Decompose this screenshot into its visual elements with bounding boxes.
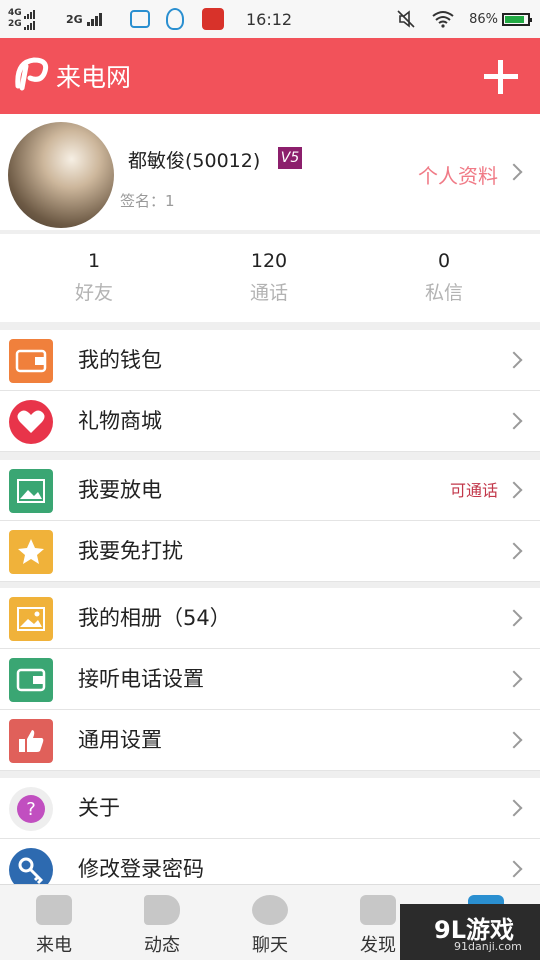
chevron-right-icon: [505, 799, 523, 817]
signal-bars-icon: [23, 8, 36, 19]
chevron-right-icon: [505, 670, 523, 688]
megaphone-icon: [144, 895, 180, 925]
menu-item-label: 我要免打扰: [78, 539, 183, 563]
vip-badge-icon: V5: [278, 147, 302, 169]
menu-item-call-settings[interactable]: 接听电话设置: [0, 649, 540, 710]
menu-item-about[interactable]: ? 关于: [0, 778, 540, 839]
chevron-right-icon: [505, 163, 523, 181]
battery-indicator: 86%: [469, 0, 532, 38]
menu-item-wallet[interactable]: 我的钱包: [0, 330, 540, 391]
watermark-url: 91danji.com: [454, 940, 522, 953]
stat-messages[interactable]: 0 私信: [354, 250, 534, 305]
mute-icon: [396, 0, 416, 38]
app-header: 来电网: [0, 38, 540, 114]
stat-label: 好友: [74, 282, 113, 304]
question-icon: ?: [9, 787, 53, 831]
avatar[interactable]: [8, 122, 114, 228]
stat-label: 私信: [424, 282, 463, 304]
svg-text:?: ?: [26, 799, 36, 820]
app-notification-icon: [202, 0, 224, 38]
heart-icon: [9, 400, 53, 444]
battery-icon: [502, 12, 532, 26]
star-icon: [9, 530, 53, 574]
tab-label: 动态: [144, 935, 180, 956]
stat-friends[interactable]: 1 好友: [4, 250, 184, 305]
signal-bars-icon: [86, 12, 103, 26]
tab-label: 来电: [36, 935, 72, 956]
stat-value: 1: [87, 250, 101, 272]
menu-item-label: 接听电话设置: [78, 667, 204, 691]
app-title: 来电网: [56, 63, 132, 92]
chevron-right-icon: [505, 481, 523, 499]
menu-item-label: 关于: [78, 796, 120, 820]
discover-icon: [360, 895, 396, 925]
phone-settings-icon: [9, 658, 53, 702]
chevron-right-icon: [505, 731, 523, 749]
menu-item-label: 通用设置: [78, 728, 162, 752]
clock: 16:12: [246, 9, 293, 29]
profile-name: 都敏俊(50012): [128, 150, 261, 172]
profile-signature: 签名：1: [120, 192, 175, 210]
tab-feed[interactable]: 动态: [108, 885, 216, 960]
network-label-2: 2G: [8, 19, 22, 29]
stats-bar: 1 好友 120 通话 0 私信: [0, 234, 540, 322]
gallery-notification-icon: [130, 0, 150, 38]
plus-icon[interactable]: [484, 60, 518, 94]
qq-notification-icon: [166, 0, 184, 38]
menu-item-do-not-disturb[interactable]: 我要免打扰: [0, 521, 540, 582]
album-icon: [9, 597, 53, 641]
stat-value: 0: [437, 250, 451, 272]
thumbs-up-icon: [9, 719, 53, 763]
chevron-right-icon: [505, 351, 523, 369]
chevron-right-icon: [505, 609, 523, 627]
network-label-3: 2G: [66, 12, 83, 26]
chevron-right-icon: [505, 412, 523, 430]
profile-card[interactable]: 都敏俊(50012) V5 签名：1 个人资料: [0, 114, 540, 230]
menu-item-label: 礼物商城: [78, 409, 162, 433]
signal-stack: 4G 2G: [8, 0, 36, 38]
chat-bubble-icon: [36, 895, 72, 925]
wifi-icon: [432, 0, 454, 38]
battery-percent: 86%: [469, 11, 498, 27]
menu-item-label: 我的钱包: [78, 348, 162, 372]
stat-value: 120: [250, 250, 288, 272]
wallet-icon: [9, 339, 53, 383]
menu-item-discharge[interactable]: 我要放电 可通话: [0, 460, 540, 521]
network-label-1: 4G: [8, 8, 22, 18]
chevron-right-icon: [505, 860, 523, 878]
menu-item-label: 我要放电: [78, 478, 162, 502]
menu-item-general-settings[interactable]: 通用设置: [0, 710, 540, 771]
chevron-right-icon: [505, 542, 523, 560]
tab-label: 聊天: [252, 935, 288, 956]
stat-label: 通话: [249, 282, 288, 304]
profile-details-link[interactable]: 个人资料: [418, 160, 498, 189]
stat-calls[interactable]: 120 通话: [179, 250, 359, 305]
app-logo-icon: [14, 56, 52, 92]
menu-item-album[interactable]: 我的相册（54）: [0, 588, 540, 649]
image-icon: [9, 469, 53, 513]
tab-calls[interactable]: 来电: [0, 885, 108, 960]
status-bar: 4G 2G 2G 16:12 86%: [0, 0, 540, 38]
tab-chat[interactable]: 聊天: [216, 885, 324, 960]
signal-bars-icon: [23, 19, 36, 30]
status-note: 可通话: [449, 481, 498, 500]
menu-item-gift-shop[interactable]: 礼物商城: [0, 391, 540, 452]
speech-icon: [252, 895, 288, 925]
watermark: 9L游戏 91danji.com: [400, 904, 540, 960]
signal-2g: 2G: [66, 0, 103, 38]
menu-item-label: 我的相册（54）: [78, 606, 231, 630]
